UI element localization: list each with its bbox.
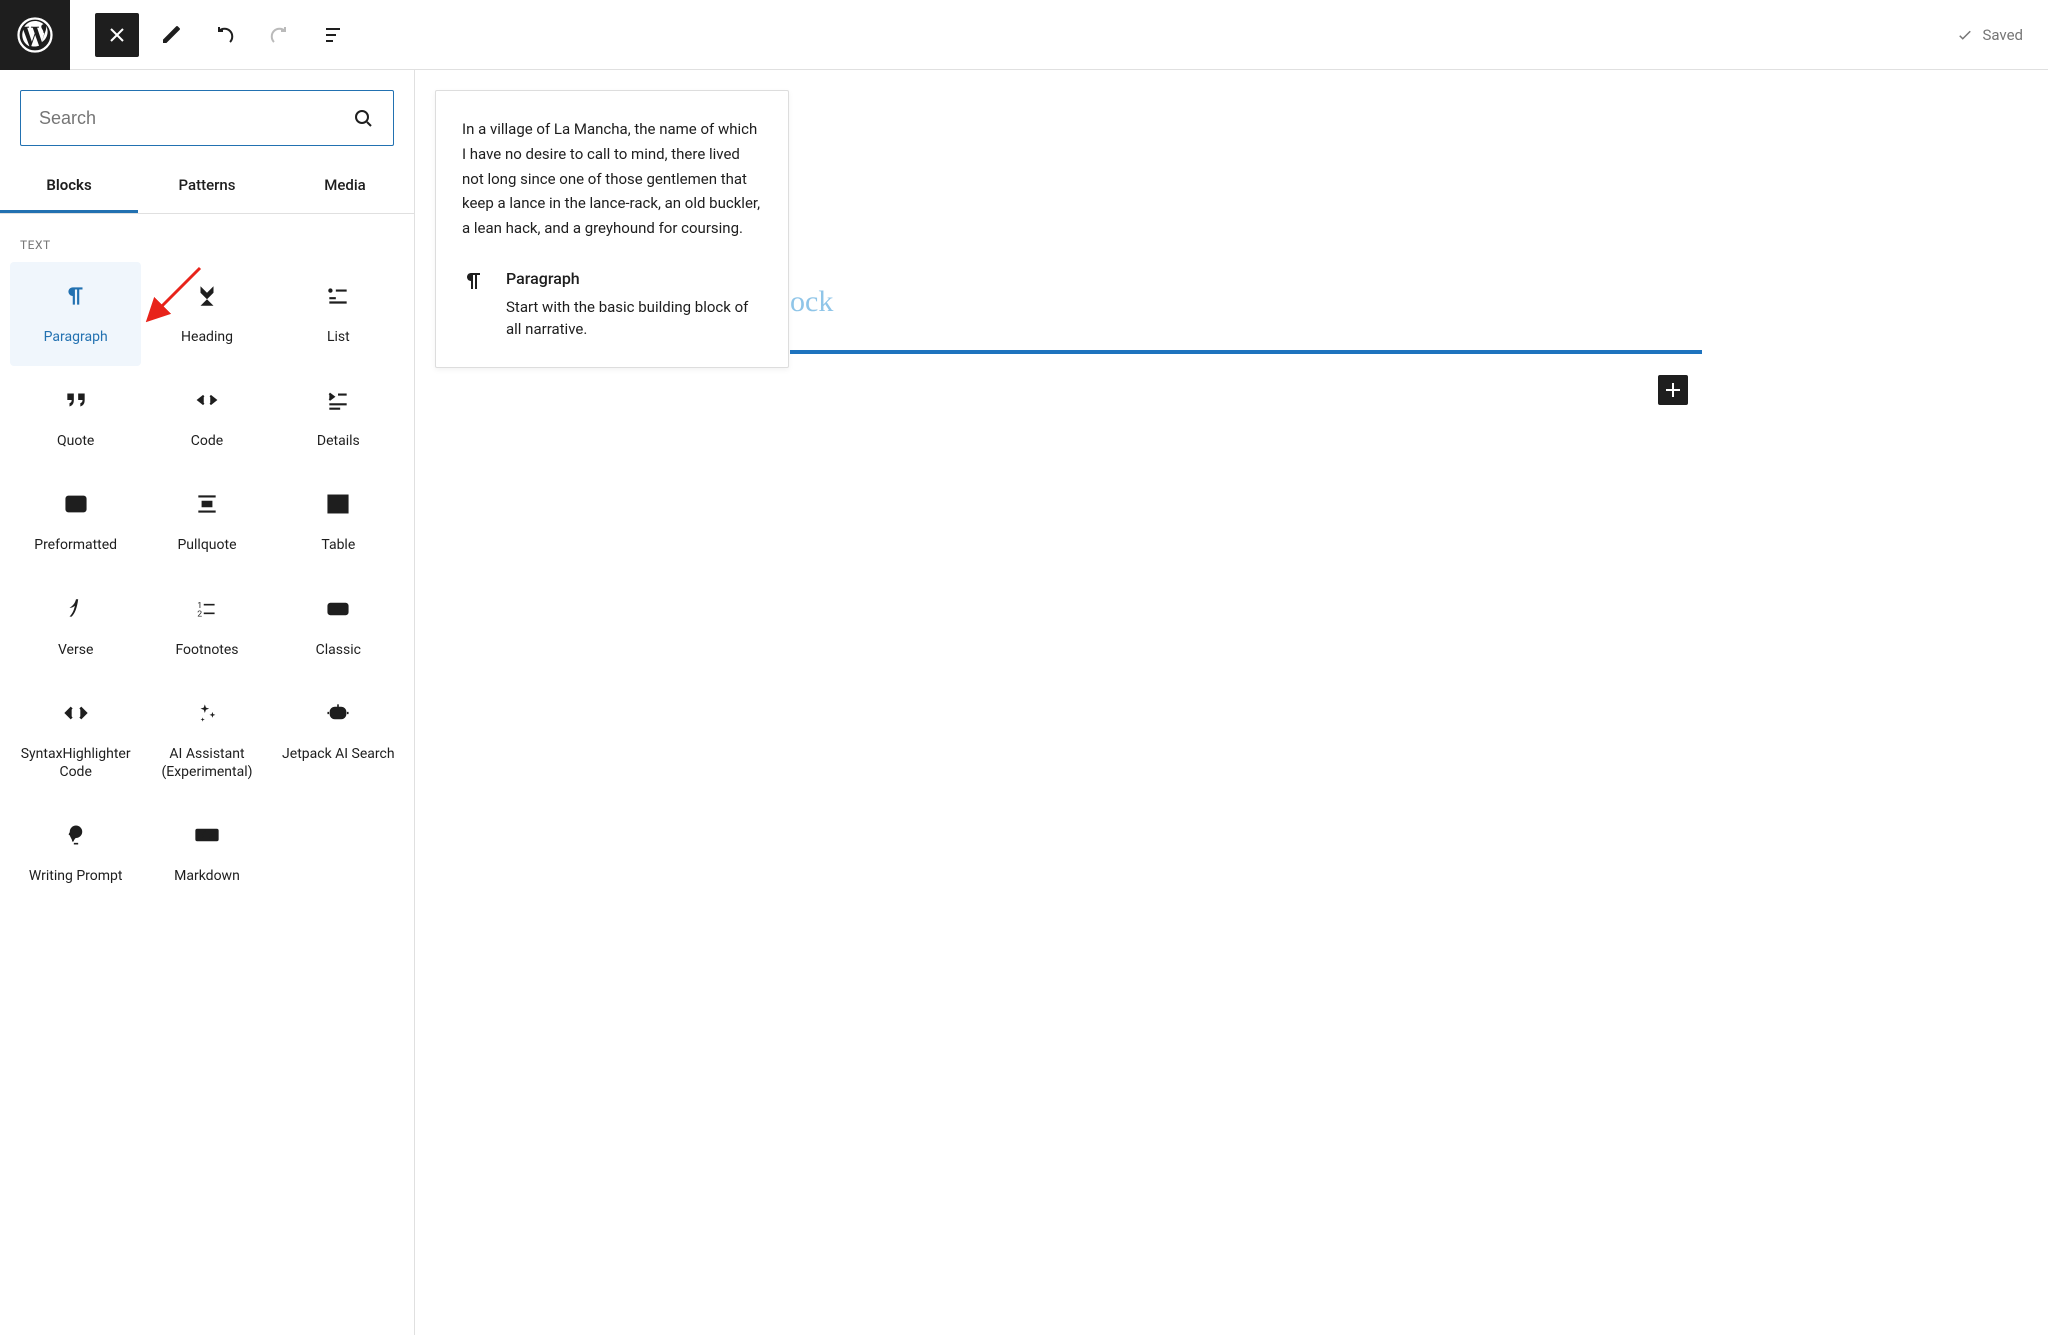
tab-patterns[interactable]: Patterns [138, 162, 276, 213]
svg-text:2: 2 [197, 609, 202, 619]
block-syntax-highlighter[interactable]: SyntaxHighlighter Code [10, 679, 141, 801]
block-label: Quote [57, 432, 94, 450]
footnotes-icon: 12 [193, 595, 221, 623]
search-input[interactable] [39, 108, 351, 129]
block-details[interactable]: Details [273, 366, 404, 470]
markdown-icon [193, 821, 221, 849]
block-inserter-panel: Blocks Patterns Media TEXT Paragraph Hea… [0, 70, 415, 1335]
close-icon [105, 23, 129, 47]
block-paragraph[interactable]: Paragraph [10, 262, 141, 366]
editor-insertion-line [790, 350, 1702, 354]
pullquote-icon [193, 490, 221, 518]
block-ai-assistant[interactable]: AI Assistant (Experimental) [141, 679, 272, 801]
preview-block-title: Paragraph [506, 269, 762, 288]
block-label: Paragraph [44, 328, 108, 346]
verse-icon [62, 595, 90, 623]
block-label: Table [321, 536, 355, 554]
blocks-grid: Paragraph Heading List Quote Code Detail… [0, 262, 414, 905]
wordpress-icon [17, 17, 53, 53]
block-label: Verse [58, 641, 93, 659]
search-icon [351, 106, 375, 130]
editor-canvas[interactable]: In a village of La Mancha, the name of w… [415, 70, 2048, 1335]
search-container [20, 90, 394, 146]
top-toolbar: Saved [0, 0, 2048, 70]
pencil-icon [159, 23, 183, 47]
classic-icon [324, 595, 352, 623]
block-preformatted[interactable]: Preformatted [10, 470, 141, 574]
plus-icon [1661, 378, 1685, 402]
block-footnotes[interactable]: 12 Footnotes [141, 575, 272, 679]
syntax-icon [62, 699, 90, 727]
save-status: Saved [1956, 26, 2023, 44]
editor-placeholder-text: ock [790, 285, 833, 319]
check-icon [1956, 26, 1974, 44]
block-label: Heading [181, 328, 233, 346]
preview-sample-text: In a village of La Mancha, the name of w… [462, 117, 762, 241]
block-label: Footnotes [175, 641, 238, 659]
prompt-icon [62, 821, 90, 849]
block-pullquote[interactable]: Pullquote [141, 470, 272, 574]
document-overview-button[interactable] [311, 13, 355, 57]
undo-icon [213, 23, 237, 47]
saved-label: Saved [1982, 26, 2023, 44]
toolbar-buttons [70, 13, 355, 57]
quote-icon [62, 386, 90, 414]
tab-blocks[interactable]: Blocks [0, 162, 138, 213]
tools-button[interactable] [149, 13, 193, 57]
add-block-button[interactable] [1658, 375, 1688, 405]
undo-button[interactable] [203, 13, 247, 57]
ai-icon [193, 699, 221, 727]
tab-media[interactable]: Media [276, 162, 414, 213]
preview-block-description: Start with the basic building block of a… [506, 296, 762, 341]
table-icon [324, 490, 352, 518]
block-label: Code [191, 432, 223, 450]
category-text-label: TEXT [0, 214, 414, 262]
jetpack-ai-icon [324, 699, 352, 727]
block-list[interactable]: List [273, 262, 404, 366]
preformatted-icon [62, 490, 90, 518]
block-label: AI Assistant (Experimental) [149, 745, 264, 781]
block-preview-popup: In a village of La Mancha, the name of w… [435, 90, 789, 368]
redo-button[interactable] [257, 13, 301, 57]
redo-icon [267, 23, 291, 47]
details-icon [324, 386, 352, 414]
close-inserter-button[interactable] [95, 13, 139, 57]
block-label: List [327, 328, 350, 346]
block-label: Markdown [174, 867, 240, 885]
paragraph-icon [62, 282, 90, 310]
block-table[interactable]: Table [273, 470, 404, 574]
block-heading[interactable]: Heading [141, 262, 272, 366]
block-code[interactable]: Code [141, 366, 272, 470]
inserter-tabs: Blocks Patterns Media [0, 162, 414, 214]
block-label: Pullquote [177, 536, 236, 554]
block-jetpack-ai-search[interactable]: Jetpack AI Search [273, 679, 404, 801]
wordpress-logo[interactable] [0, 0, 70, 70]
block-label: Details [317, 432, 360, 450]
block-markdown[interactable]: Markdown [141, 801, 272, 905]
preview-paragraph-icon [462, 269, 486, 341]
block-label: Jetpack AI Search [282, 745, 395, 763]
heading-icon [193, 282, 221, 310]
block-quote[interactable]: Quote [10, 366, 141, 470]
code-icon [193, 386, 221, 414]
block-classic[interactable]: Classic [273, 575, 404, 679]
block-label: Preformatted [34, 536, 117, 554]
list-view-icon [321, 23, 345, 47]
block-label: SyntaxHighlighter Code [18, 745, 133, 781]
list-icon [324, 282, 352, 310]
block-label: Classic [316, 641, 361, 659]
block-label: Writing Prompt [29, 867, 123, 885]
block-verse[interactable]: Verse [10, 575, 141, 679]
block-writing-prompt[interactable]: Writing Prompt [10, 801, 141, 905]
